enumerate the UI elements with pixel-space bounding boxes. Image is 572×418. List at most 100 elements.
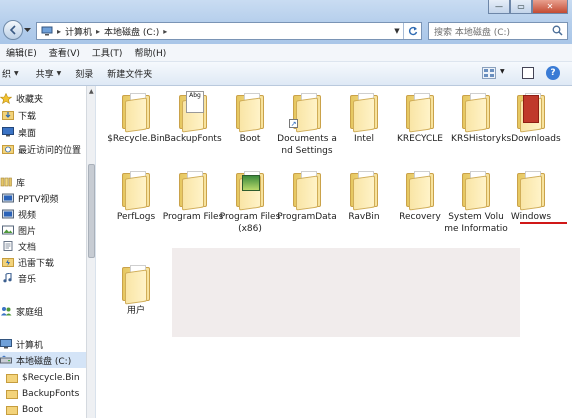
sidebar-item-backupfonts[interactable]: BackupFonts — [6, 386, 79, 402]
sidebar-item-pictures[interactable]: 图片 — [2, 222, 36, 238]
command-bar: 织 ▼ 共享 ▼ 刻录 新建文件夹 ▼ ? — [0, 62, 572, 86]
sidebar-item-label: BackupFonts — [22, 389, 80, 399]
recent-places-icon — [2, 144, 14, 154]
sidebar-item-computer[interactable]: 计算机 — [0, 336, 43, 352]
folder-icon — [172, 167, 214, 211]
organize-button[interactable]: 织 ▼ — [0, 67, 26, 80]
menu-help[interactable]: 帮助(H) — [134, 46, 166, 59]
homegroup-icon — [0, 306, 12, 316]
drive-icon — [0, 355, 12, 365]
sidebar-item-libraries[interactable]: 库 — [0, 174, 25, 190]
folder-icon — [399, 167, 441, 211]
scrollbar-thumb[interactable] — [88, 164, 95, 258]
file-name: Windows — [510, 212, 552, 222]
file-item[interactable]: Recovery — [388, 167, 452, 223]
sidebar-item-label: 收藏夹 — [16, 94, 44, 105]
file-item[interactable]: Abg BackupFonts — [161, 89, 225, 145]
file-name: Program Files (x86) — [219, 212, 281, 234]
menu-view[interactable]: 查看(V) — [49, 46, 80, 59]
sidebar-item-music[interactable]: 音乐 — [2, 270, 36, 286]
thunder-download-icon — [2, 257, 14, 267]
sidebar-scrollbar[interactable]: ▲ — [86, 86, 95, 418]
file-name: Boot — [239, 134, 261, 144]
folder-icon — [343, 167, 385, 211]
file-item[interactable]: $Recycle.Bin — [104, 89, 168, 145]
history-dropdown[interactable] — [22, 24, 32, 36]
file-name: Program Files — [162, 212, 224, 222]
menu-bar: 编辑(E) 查看(V) 工具(T) 帮助(H) — [0, 44, 572, 62]
view-options-button[interactable] — [482, 67, 496, 79]
sidebar-item-label: 迅雷下载 — [18, 258, 55, 269]
file-item[interactable]: Boot — [218, 89, 282, 145]
sidebar-item-label: 视频 — [18, 210, 37, 221]
scroll-up-icon[interactable]: ▲ — [89, 88, 94, 95]
sidebar-item-documents[interactable]: 文档 — [2, 238, 36, 254]
share-button[interactable]: 共享 ▼ — [26, 67, 69, 80]
file-item[interactable]: RavBin — [332, 167, 396, 223]
sidebar-item-pptv[interactable]: PPTV视频 — [2, 190, 59, 206]
star-icon — [0, 93, 12, 104]
sidebar-item-homegroup[interactable]: 家庭组 — [0, 303, 43, 319]
view-icon — [484, 69, 494, 77]
sidebar-item-label: Boot — [22, 405, 43, 415]
address-dropdown-icon[interactable]: ▼ — [391, 23, 403, 39]
address-bar[interactable]: ▸ 计算机 ▸ 本地磁盘 (C:) ▸ ▼ — [36, 22, 422, 40]
file-item[interactable]: Intel — [332, 89, 396, 145]
menu-tools[interactable]: 工具(T) — [92, 46, 123, 59]
file-item[interactable]: Windows — [499, 167, 563, 223]
sidebar-item-label: 下载 — [18, 111, 37, 122]
sidebar-item-thunder[interactable]: 迅雷下载 — [2, 254, 54, 270]
sidebar-item-recent[interactable]: 最近访问的位置 — [2, 141, 81, 157]
sidebar-item-label: 家庭组 — [16, 307, 44, 318]
breadcrumb-separator: ▸ — [163, 26, 168, 36]
sidebar-item-recycle-bin[interactable]: $Recycle.Bin — [6, 370, 80, 386]
sidebar-item-favorites[interactable]: 收藏夹 — [0, 90, 43, 106]
burn-button[interactable]: 刻录 — [68, 67, 100, 80]
sidebar-item-label: 库 — [16, 178, 26, 189]
file-name: BackupFonts — [164, 134, 222, 144]
file-item[interactable]: 用户 — [104, 261, 168, 317]
title-bar: — ▭ ✕ ▸ 计算机 ▸ 本地磁盘 (C:) ▸ ▼ 搜索 本地磁盘 (C:) — [0, 0, 572, 44]
maximize-button[interactable]: ▭ — [510, 0, 532, 14]
file-item[interactable]: ProgramData — [275, 167, 339, 223]
sidebar-item-label: 音乐 — [18, 274, 37, 285]
folder-icon — [115, 261, 157, 305]
back-arrow-icon — [9, 25, 16, 35]
sidebar-item-desktop[interactable]: 桌面 — [2, 124, 36, 140]
chevron-down-icon: ▼ — [14, 70, 19, 77]
new-folder-button[interactable]: 新建文件夹 — [100, 67, 159, 80]
view-dropdown-icon[interactable]: ▼ — [500, 68, 505, 75]
breadcrumb-separator: ▸ — [96, 26, 101, 36]
sidebar-item-label: 最近访问的位置 — [18, 145, 82, 156]
file-name: RavBin — [348, 212, 380, 222]
sidebar-item-videos[interactable]: 视频 — [2, 206, 36, 222]
file-item[interactable]: ksDownloads — [499, 89, 563, 145]
sidebar-item-local-disk[interactable]: 本地磁盘 (C:) — [0, 352, 86, 368]
sidebar-item-label: 本地磁盘 (C:) — [16, 356, 72, 367]
search-icon — [552, 25, 563, 36]
breadcrumb-local-disk[interactable]: 本地磁盘 (C:) — [104, 25, 159, 38]
desktop-icon — [2, 127, 14, 137]
obscured-region — [172, 248, 520, 337]
folder-icon — [6, 389, 18, 399]
search-input[interactable]: 搜索 本地磁盘 (C:) — [428, 22, 568, 40]
sidebar-item-boot[interactable]: Boot — [6, 402, 43, 418]
file-item[interactable]: PerfLogs — [104, 167, 168, 223]
refresh-button[interactable] — [403, 23, 421, 39]
minimize-button[interactable]: — — [488, 0, 510, 14]
file-item[interactable]: KRECYCLE — [388, 89, 452, 145]
help-button[interactable]: ? — [546, 66, 560, 80]
sidebar-item-label: 图片 — [18, 226, 37, 237]
menu-edit[interactable]: 编辑(E) — [6, 46, 37, 59]
file-item[interactable]: ↗ Documents and Settings — [275, 89, 339, 157]
file-item[interactable]: Program Files (x86) — [218, 167, 282, 235]
folder-icon — [510, 167, 552, 211]
sidebar-item-downloads[interactable]: 下载 — [2, 107, 36, 123]
preview-pane-button[interactable] — [522, 67, 534, 79]
file-item[interactable]: Program Files — [161, 167, 225, 223]
back-button[interactable] — [3, 20, 23, 40]
chevron-down-icon — [23, 27, 31, 32]
file-list: $Recycle.Bin Abg BackupFonts Boot ↗ Documents… — [97, 86, 572, 418]
close-button[interactable]: ✕ — [532, 0, 568, 14]
breadcrumb-computer[interactable]: 计算机 — [65, 25, 92, 38]
